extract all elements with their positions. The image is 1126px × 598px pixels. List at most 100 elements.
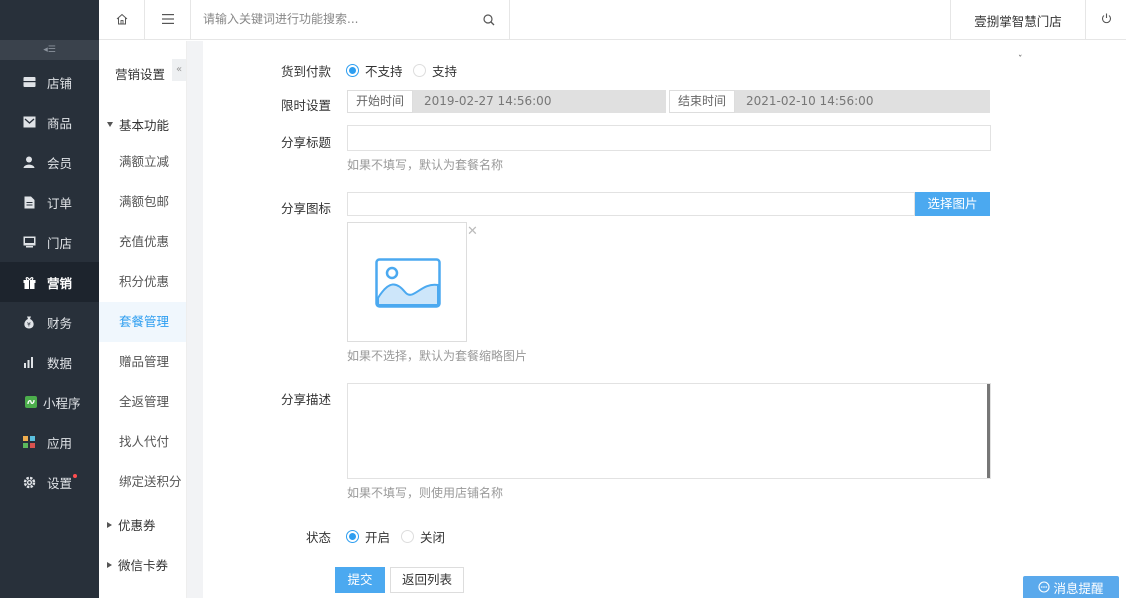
share-desc-label: 分享描述 — [280, 392, 331, 407]
caret-right-icon — [107, 521, 112, 528]
sidebar-item-label: 店铺 — [47, 75, 73, 91]
sidebar-item-goods[interactable]: 商品 — [0, 102, 99, 142]
message-reminder-button[interactable]: 消息提醒 — [1023, 576, 1119, 598]
store-icon — [22, 75, 36, 89]
radio-unchecked-icon — [413, 64, 426, 77]
sidebar-item-label: 财务 — [47, 315, 73, 331]
submenu-group-coupon[interactable]: 优惠券 — [107, 515, 156, 534]
order-icon — [22, 195, 36, 209]
start-time-input[interactable]: 2019-02-27 14:56:00 — [413, 90, 666, 113]
logo-area — [0, 0, 99, 40]
main-sidebar: ◂☰ 店铺 商品 会员 订单 门店 营销 ¥ 财务 数据 小程序 应用 设置 — [0, 0, 99, 598]
end-time-input[interactable]: 2021-02-10 14:56:00 — [735, 90, 990, 113]
submenu-item-full-reduce[interactable]: 满额立减 — [99, 142, 186, 182]
submenu-fold-button[interactable]: « — [172, 59, 186, 81]
time-limit-label: 限时设置 — [280, 98, 331, 113]
submenu-item-free-shipping[interactable]: 满额包邮 — [99, 182, 186, 222]
share-title-input[interactable] — [347, 125, 991, 151]
chat-bubble-icon — [1038, 581, 1051, 593]
submenu-item-package[interactable]: 套餐管理 — [99, 302, 186, 342]
sidebar-item-marketing[interactable]: 营销 — [0, 262, 99, 302]
submenu-title: 营销设置 — [115, 67, 166, 82]
sidebar-item-data[interactable]: 数据 — [0, 342, 99, 382]
gift-icon — [22, 275, 36, 289]
secondary-menu: 营销设置 基本功能 满额立减 满额包邮 充值优惠 积分优惠 套餐管理 赠品管理 … — [99, 41, 187, 598]
dropdown-caret-icon: ˇ — [1018, 55, 1023, 65]
sidebar-item-label: 会员 — [47, 155, 73, 171]
submenu-item-points[interactable]: 积分优惠 — [99, 262, 186, 302]
cod-option-unsupported[interactable]: 不支持 — [346, 61, 403, 80]
caret-right-icon — [107, 561, 112, 568]
radio-label: 不支持 — [365, 64, 403, 79]
sidebar-item-label: 订单 — [47, 195, 73, 211]
apps-icon — [22, 435, 36, 449]
sidebar-item-apps[interactable]: 应用 — [0, 422, 99, 462]
cod-option-supported[interactable]: 支持 — [413, 61, 457, 80]
logout-button[interactable] — [1085, 0, 1126, 40]
textarea-scrollbar[interactable] — [987, 384, 990, 478]
goods-icon — [22, 115, 36, 129]
menu-toggle-button[interactable] — [145, 0, 191, 40]
sidebar-item-finance[interactable]: ¥ 财务 — [0, 302, 99, 342]
message-reminder-label: 消息提醒 — [1053, 580, 1104, 596]
mini-program-icon — [24, 395, 38, 409]
close-icon[interactable]: ✕ — [467, 224, 478, 239]
sidebar-item-shop[interactable]: 门店 — [0, 222, 99, 262]
radio-checked-icon — [346, 64, 359, 77]
submenu-group-basic[interactable]: 基本功能 — [107, 115, 169, 134]
sidebar-item-label: 数据 — [47, 355, 73, 371]
sidebar-item-label: 设置 — [47, 475, 73, 491]
share-icon-input[interactable] — [347, 192, 915, 216]
search-box — [191, 0, 510, 40]
gutter — [187, 41, 203, 598]
submenu-item-gift[interactable]: 赠品管理 — [99, 342, 186, 382]
submenu-item-recharge[interactable]: 充值优惠 — [99, 222, 186, 262]
share-desc-hint: 如果不填写，则使用店铺名称 — [347, 486, 504, 500]
form-content: ˇ 货到付款 不支持 支持 限时设置 开始时间 2019-02-27 14:56… — [203, 41, 1126, 598]
submenu-item-bind-points[interactable]: 绑定送积分 — [99, 462, 186, 502]
share-icon-label: 分享图标 — [280, 201, 331, 216]
hamburger-icon — [161, 13, 174, 27]
sidebar-item-member[interactable]: 会员 — [0, 142, 99, 182]
status-label: 状态 — [305, 530, 331, 545]
group-label: 优惠券 — [118, 518, 156, 533]
sidebar-item-label: 营销 — [47, 275, 73, 291]
share-icon-hint: 如果不选择，默认为套餐缩略图片 — [347, 349, 528, 363]
share-desc-textarea[interactable] — [347, 383, 991, 479]
back-to-list-button[interactable]: 返回列表 — [390, 567, 464, 593]
store-name[interactable]: 壹捌掌智慧门店 — [950, 0, 1085, 40]
image-placeholder-icon — [375, 258, 441, 311]
search-input[interactable] — [203, 0, 473, 38]
share-icon-preview[interactable] — [347, 222, 467, 342]
sidebar-item-mini-program[interactable]: 小程序 — [0, 382, 99, 422]
gear-icon — [22, 475, 36, 489]
sidebar-collapse-toggle[interactable]: ◂☰ — [0, 40, 99, 60]
submenu-item-cashback[interactable]: 全返管理 — [99, 382, 186, 422]
submenu-item-pay-for-me[interactable]: 找人代付 — [99, 422, 186, 462]
member-icon — [22, 155, 36, 169]
sidebar-item-settings[interactable]: 设置 — [0, 462, 99, 502]
money-bag-icon: ¥ — [22, 315, 36, 329]
sidebar-item-label: 应用 — [47, 435, 73, 451]
search-icon[interactable] — [483, 14, 495, 29]
start-time-addon: 开始时间 — [347, 90, 413, 113]
share-title-hint: 如果不填写，默认为套餐名称 — [347, 158, 504, 172]
radio-label: 关闭 — [420, 530, 446, 545]
submit-button[interactable]: 提交 — [335, 567, 385, 593]
radio-checked-icon — [346, 530, 359, 543]
shop-icon — [22, 235, 36, 249]
status-option-off[interactable]: 关闭 — [401, 527, 445, 546]
share-title-label: 分享标题 — [280, 135, 331, 150]
sidebar-item-label: 门店 — [47, 235, 73, 251]
sidebar-item-order[interactable]: 订单 — [0, 182, 99, 222]
radio-unchecked-icon — [401, 530, 414, 543]
select-image-button[interactable]: 选择图片 — [915, 192, 990, 216]
sidebar-item-store[interactable]: 店铺 — [0, 62, 99, 102]
home-button[interactable] — [99, 0, 145, 40]
group-label: 微信卡券 — [118, 558, 169, 573]
group-label: 基本功能 — [119, 118, 170, 133]
status-option-on[interactable]: 开启 — [346, 527, 390, 546]
submenu-group-wxcard[interactable]: 微信卡券 — [107, 555, 168, 574]
end-time-addon: 结束时间 — [669, 90, 735, 113]
sidebar-item-label: 小程序 — [43, 395, 81, 411]
